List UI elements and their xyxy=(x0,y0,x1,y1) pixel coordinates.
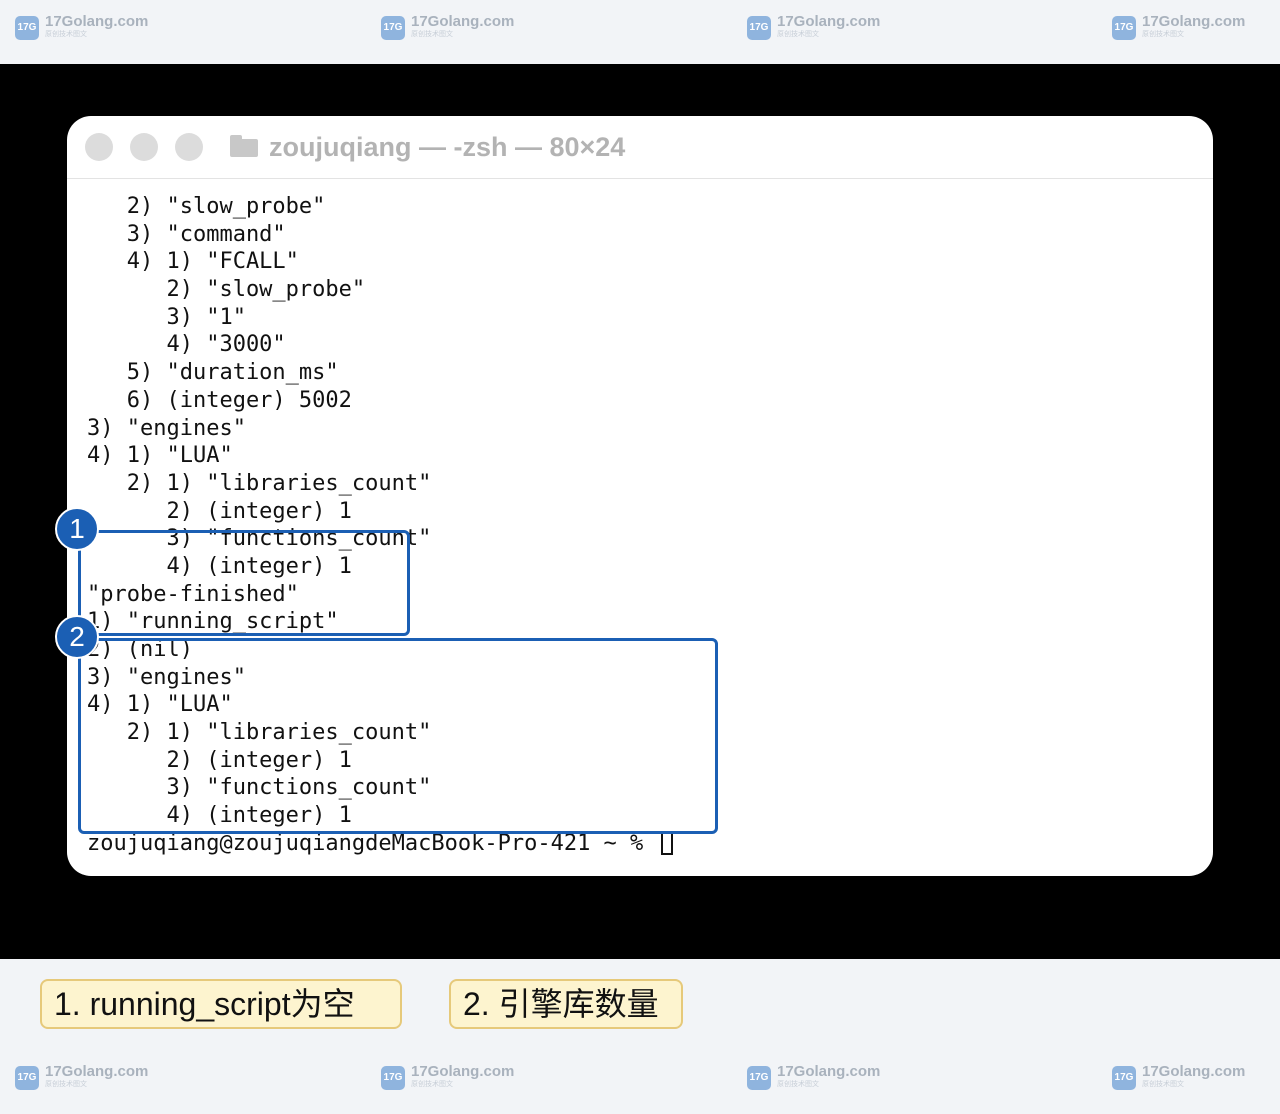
watermark-brand: 17Golang.com xyxy=(777,13,881,30)
watermark-tagline: 原创技术图文 xyxy=(411,1081,453,1088)
terminal-line: 5) "duration_ms" xyxy=(87,360,339,386)
highlight-box-1 xyxy=(78,530,410,636)
watermark: 17G 17Golang.com 原创技术图文 xyxy=(381,14,514,40)
terminal-line: 3) "command" xyxy=(87,221,286,247)
minimize-button[interactable] xyxy=(130,133,158,161)
watermark: 17G 17Golang.com 原创技术图文 xyxy=(1112,1064,1245,1090)
watermark-row-bottom: 17G 17Golang.com 原创技术图文 17G 17Golang.com 原… xyxy=(0,1050,1280,1114)
watermark: 17G 17Golang.com 原创技术图文 xyxy=(1112,14,1245,40)
brand-logo-icon: 17G xyxy=(15,16,39,40)
terminal-line: 3) "engines" xyxy=(87,415,246,441)
zoom-button[interactable] xyxy=(175,133,203,161)
terminal-line: 4) "3000" xyxy=(87,332,286,358)
window-title: zoujuqiang — -zsh — 80×24 xyxy=(269,132,626,162)
watermark-brand: 17Golang.com xyxy=(411,13,515,30)
brand-logo-icon: 17G xyxy=(15,1066,39,1090)
brand-logo-icon: 17G xyxy=(747,1066,771,1090)
folder-icon xyxy=(230,135,258,157)
brand-logo-icon: 17G xyxy=(381,16,405,40)
watermark-tagline: 原创技术图文 xyxy=(411,31,453,38)
terminal-line: 4) 1) "FCALL" xyxy=(87,249,299,275)
brand-logo-icon: 17G xyxy=(1112,16,1136,40)
shell-prompt: zoujuqiang@zoujuqiangdeMacBook-Pro-421 ~… xyxy=(87,830,657,856)
watermark-tagline: 原创技术图文 xyxy=(1142,31,1184,38)
brand-logo-icon: 17G xyxy=(747,16,771,40)
watermark-brand: 17Golang.com xyxy=(777,1063,881,1080)
brand-logo-icon: 17G xyxy=(1112,1066,1136,1090)
watermark-tagline: 原创技术图文 xyxy=(1142,1081,1184,1088)
watermark: 17G 17Golang.com 原创技术图文 xyxy=(15,14,148,40)
terminal-line: 6) (integer) 5002 xyxy=(87,387,352,413)
watermark-tagline: 原创技术图文 xyxy=(45,31,87,38)
highlight-box-2 xyxy=(78,638,718,834)
watermark-tagline: 原创技术图文 xyxy=(777,1081,819,1088)
terminal-line: 3) "1" xyxy=(87,304,246,330)
watermark: 17G 17Golang.com 原创技术图文 xyxy=(15,1064,148,1090)
watermark-brand: 17Golang.com xyxy=(1142,13,1246,30)
terminal-line: 4) 1) "LUA" xyxy=(87,443,233,469)
watermark-brand: 17Golang.com xyxy=(45,13,149,30)
watermark-tagline: 原创技术图文 xyxy=(777,31,819,38)
terminal-line: 2) "slow_probe" xyxy=(87,277,366,303)
watermark-tagline: 原创技术图文 xyxy=(45,1081,87,1088)
brand-logo-icon: 17G xyxy=(381,1066,405,1090)
annotation-note-2: 2. 引擎库数量 xyxy=(449,979,683,1029)
watermark-brand: 17Golang.com xyxy=(45,1063,149,1080)
annotation-note-1: 1. running_script为空 xyxy=(40,979,402,1029)
watermark: 17G 17Golang.com 原创技术图文 xyxy=(747,14,880,40)
terminal-line: 2) 1) "libraries_count" xyxy=(87,470,432,496)
window-titlebar[interactable]: zoujuqiang — -zsh — 80×24 xyxy=(67,116,1213,179)
terminal-line: 2) "slow_probe" xyxy=(87,194,326,219)
watermark: 17G 17Golang.com 原创技术图文 xyxy=(381,1064,514,1090)
watermark-brand: 17Golang.com xyxy=(411,1063,515,1080)
terminal-line: 2) (integer) 1 xyxy=(87,498,352,524)
text-cursor xyxy=(660,830,673,855)
annotation-badge-1: 1 xyxy=(55,507,99,551)
watermark: 17G 17Golang.com 原创技术图文 xyxy=(747,1064,880,1090)
close-button[interactable] xyxy=(85,133,113,161)
annotation-badge-2: 2 xyxy=(55,615,99,659)
watermark-row-top: 17G 17Golang.com 原创技术图文 17G 17Golang.com 原… xyxy=(0,0,1280,64)
watermark-brand: 17Golang.com xyxy=(1142,1063,1246,1080)
